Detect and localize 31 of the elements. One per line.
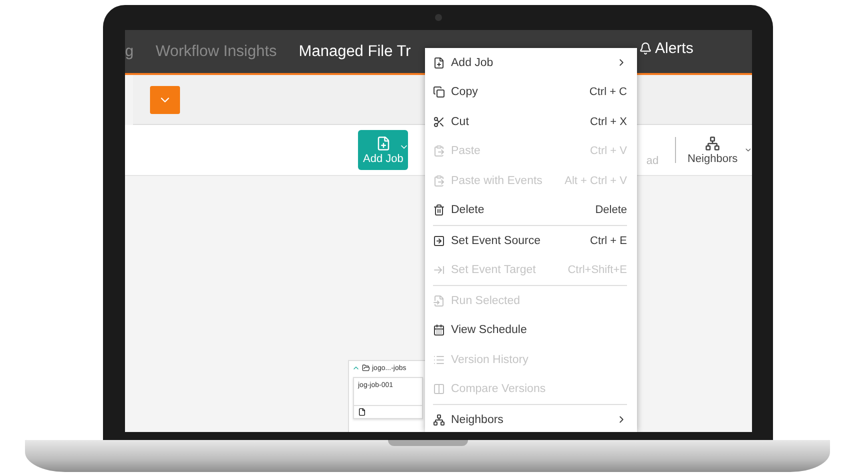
menu-item[interactable]: Neighbors <box>433 405 627 432</box>
menu-item[interactable]: Delete Delete <box>433 196 627 225</box>
trash-icon <box>433 204 445 216</box>
neighbors-button[interactable]: Neighbors <box>687 136 738 164</box>
copy-icon <box>433 86 445 98</box>
file-plus-icon <box>376 136 391 150</box>
menu-item[interactable]: Add Job <box>433 48 627 78</box>
network-icon <box>705 136 720 150</box>
file-arrow-icon <box>433 294 445 307</box>
arrow-line-icon <box>433 264 445 276</box>
collapse-icon[interactable] <box>352 364 360 372</box>
nav-tab[interactable]: Managed File Tr <box>298 42 411 60</box>
menu-item[interactable]: View Schedule <box>433 316 627 345</box>
toolbar-label: ad <box>646 155 659 167</box>
folder-icon <box>362 364 370 372</box>
alerts-link[interactable]: Alerts <box>639 40 694 57</box>
columns-icon <box>433 383 445 396</box>
clipboard-icon <box>433 145 445 158</box>
file-plus-icon <box>433 56 445 69</box>
scissors-icon <box>433 116 445 128</box>
clipboard-icon <box>433 174 445 187</box>
menu-item[interactable]: Cut Ctrl + X <box>433 107 627 136</box>
bell-icon <box>639 42 652 55</box>
arrow-box-icon <box>433 234 445 247</box>
calendar-icon <box>433 324 445 336</box>
menu-item[interactable]: Set Event Source Ctrl + E <box>433 226 627 256</box>
network-icon <box>433 414 445 426</box>
menu-item[interactable]: Copy Ctrl + C <box>433 78 627 107</box>
expand-button[interactable] <box>150 86 180 114</box>
camera-dot <box>435 14 442 21</box>
file-icon <box>358 408 366 416</box>
